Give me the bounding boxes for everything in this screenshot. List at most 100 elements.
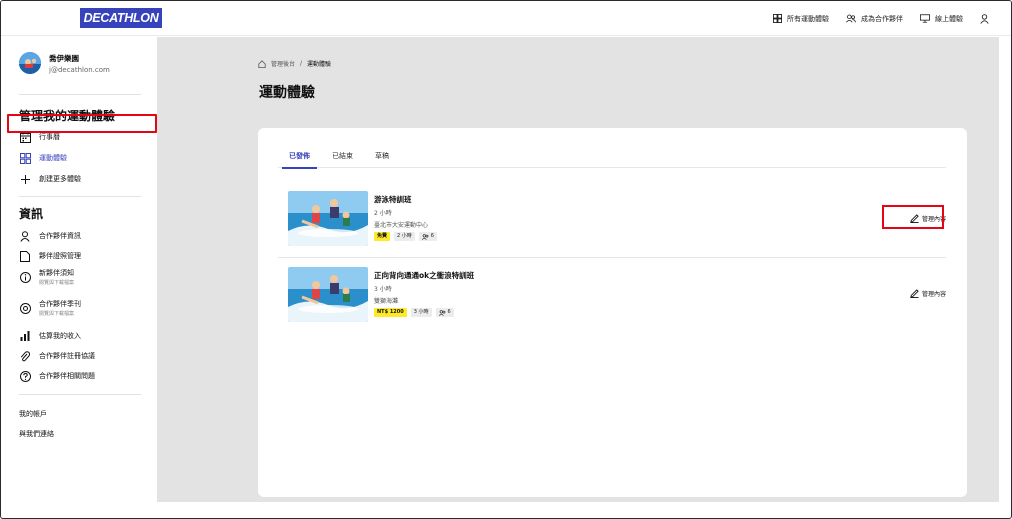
tab-published[interactable]: 已發佈: [278, 149, 321, 169]
sidebar-item-label: 夥伴證照管理: [39, 252, 81, 260]
tab-bar: 已發佈 已結束 草稿: [278, 149, 946, 169]
capacity-value: 6: [447, 309, 451, 315]
profile[interactable]: 喬伊樂園 j@decathlon.com: [19, 52, 110, 74]
experience-chips: 免費 2 小時 6: [374, 232, 437, 241]
experiences-card: 已發佈 已結束 草稿 游泳特訓班 2 小時 臺北市大安運動中心 免費 2 小時: [258, 128, 967, 497]
experience-row[interactable]: 游泳特訓班 2 小時 臺北市大安運動中心 免費 2 小時 6 管理內容: [288, 191, 946, 247]
sidebar-item-faq[interactable]: 合作夥伴相關問題: [19, 370, 149, 382]
plus-icon: [19, 173, 31, 185]
price-chip: 免費: [374, 232, 391, 241]
question-icon: [19, 370, 31, 382]
nav-label: 所有運動體驗: [787, 14, 829, 23]
manage-label: 管理內容: [921, 291, 946, 298]
bar-chart-icon: [19, 330, 31, 342]
experience-title[interactable]: 游泳特訓班: [374, 194, 437, 205]
grid-icon: [19, 152, 31, 164]
capacity-chip: 6: [418, 232, 437, 241]
experience-thumbnail[interactable]: [288, 191, 368, 246]
sidebar-item-sublabel: 閱覽與下載檔案: [39, 311, 75, 317]
sidebar-item-label: 行事曆: [39, 133, 60, 141]
user-icon: [980, 13, 989, 24]
sidebar-item-label: 合作夥伴相關問題: [39, 372, 95, 380]
row-divider: [278, 257, 946, 258]
tab-drafts[interactable]: 草稿: [364, 149, 400, 168]
document-icon: [19, 250, 31, 262]
breadcrumb-separator: /: [300, 60, 303, 67]
manage-content-button[interactable]: 管理內容: [910, 289, 946, 298]
eye-icon: [19, 302, 31, 314]
user-icon: [19, 230, 31, 242]
users-icon: [438, 309, 445, 316]
capacity-value: 6: [430, 233, 434, 239]
divider: [19, 196, 141, 197]
section-title-info: 資訊: [19, 207, 44, 221]
experience-location: 雙獅海灘: [374, 298, 399, 305]
browser-frame: DECATHLON 所有運動體驗 成為合作夥伴 線上體驗 喬伊樂園 j@deca…: [0, 0, 1012, 519]
sidebar-item-calendar[interactable]: 行事曆: [19, 131, 149, 143]
manage-label: 管理內容: [921, 216, 946, 223]
nav-online-experience[interactable]: 線上體驗: [920, 14, 963, 24]
divider: [19, 94, 141, 95]
nav-label: 線上體驗: [935, 14, 963, 23]
decathlon-logo[interactable]: DECATHLON: [80, 8, 162, 28]
sidebar-item-experiences[interactable]: 運動體驗: [19, 152, 149, 164]
home-icon[interactable]: [258, 59, 266, 68]
top-nav: 所有運動體驗 成為合作夥伴 線上體驗: [773, 1, 989, 36]
sidebar-item-label: 創建更多體驗: [39, 175, 81, 183]
contact-us-link[interactable]: 與我們連絡: [19, 429, 54, 439]
duration-chip: 2 小時: [394, 232, 415, 241]
edit-icon: [910, 289, 919, 298]
experience-duration: 2 小時: [374, 210, 392, 217]
sidebar-item-label: 估算我的收入: [39, 332, 81, 340]
sidebar-item-label: 合作夥伴註冊協議: [39, 352, 95, 360]
sidebar-item-new-partner[interactable]: 新夥伴須知 閱覽與下載檔案: [19, 268, 149, 286]
users-icon: [846, 14, 856, 23]
account-button[interactable]: [980, 13, 989, 24]
sidebar-item-label: 新夥伴須知: [39, 269, 74, 277]
sidebar-item-newsletter[interactable]: 合作夥伴季刊 閱覽與下載檔案: [19, 299, 149, 317]
experience-info: 正向背向通通ok之衝浪特訓班 3 小時 雙獅海灘 NT$ 1200 3 小時 6: [374, 270, 474, 317]
experience-title[interactable]: 正向背向通通ok之衝浪特訓班: [374, 270, 474, 281]
nav-become-partner[interactable]: 成為合作夥伴: [846, 14, 903, 24]
profile-email: j@decathlon.com: [49, 65, 110, 74]
my-account-link[interactable]: 我的帳戶: [19, 409, 47, 419]
grid-icon: [773, 14, 782, 23]
profile-name: 喬伊樂園: [49, 53, 79, 63]
nav-label: 成為合作夥伴: [861, 14, 903, 23]
sidebar-item-create[interactable]: 創建更多體驗: [19, 173, 149, 185]
sidebar-item-certificates[interactable]: 夥伴證照管理: [19, 250, 149, 262]
duration-chip: 3 小時: [410, 308, 432, 317]
monitor-icon: [920, 14, 930, 23]
sidebar-item-agreement[interactable]: 合作夥伴註冊協議: [19, 350, 149, 362]
experience-chips: NT$ 1200 3 小時 6: [374, 308, 474, 317]
sidebar-item-label: 合作夥伴季刊: [39, 300, 81, 308]
sidebar-item-label: 運動體驗: [39, 154, 67, 162]
experience-location: 臺北市大安運動中心: [374, 222, 429, 229]
breadcrumb: 管理後台 / 運動體驗: [258, 59, 331, 68]
sidebar: 喬伊樂園 j@decathlon.com 管理我的運動體驗 行事曆 運動體驗 創…: [1, 37, 157, 517]
breadcrumb-home[interactable]: 管理後台: [271, 59, 295, 68]
experience-duration: 3 小時: [374, 286, 392, 293]
main-content: 管理後台 / 運動體驗 運動體驗 已發佈 已結束 草稿 游泳特訓班 2 小時 臺…: [157, 37, 999, 502]
tab-ended[interactable]: 已結束: [321, 149, 364, 168]
experience-row[interactable]: 正向背向通通ok之衝浪特訓班 3 小時 雙獅海灘 NT$ 1200 3 小時 6: [288, 267, 946, 323]
breadcrumb-current: 運動體驗: [307, 61, 332, 68]
sidebar-item-partner-info[interactable]: 合作夥伴資訊: [19, 230, 149, 242]
price-chip: NT$ 1200: [374, 308, 407, 317]
users-icon: [421, 233, 429, 240]
avatar: [19, 52, 41, 74]
top-header: DECATHLON 所有運動體驗 成為合作夥伴 線上體驗: [1, 1, 1011, 36]
experience-info: 游泳特訓班 2 小時 臺北市大安運動中心 免費 2 小時 6: [374, 194, 437, 241]
sidebar-item-income[interactable]: 估算我的收入: [19, 330, 149, 342]
info-icon: [19, 271, 31, 283]
divider: [19, 394, 141, 395]
page-title: 運動體驗: [259, 85, 315, 101]
calendar-icon: [19, 131, 31, 143]
paperclip-icon: [19, 350, 31, 362]
nav-all-experiences[interactable]: 所有運動體驗: [773, 14, 829, 24]
sidebar-item-label: 合作夥伴資訊: [39, 232, 81, 240]
experience-thumbnail[interactable]: [288, 267, 368, 322]
manage-content-button[interactable]: 管理內容: [910, 214, 946, 223]
edit-icon: [910, 214, 919, 223]
section-title-manage: 管理我的運動體驗: [19, 109, 116, 123]
